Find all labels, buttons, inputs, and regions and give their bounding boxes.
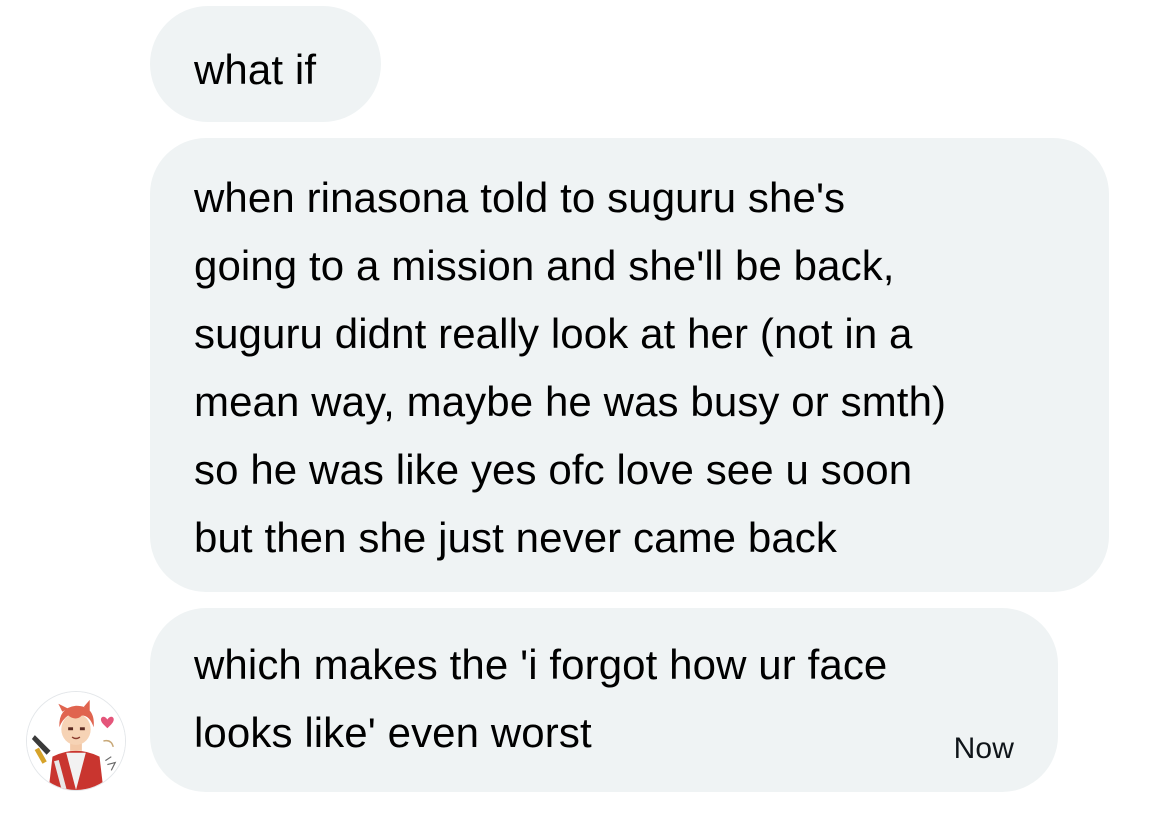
message-bubble[interactable]: what if — [150, 6, 381, 122]
message-text-line: when rinasona told to suguru she's — [194, 174, 846, 221]
message-timestamp: Now — [953, 732, 1014, 765]
message-bubble[interactable]: which makes the 'i forgot how ur face lo… — [150, 608, 1058, 792]
anime-character-avatar-icon — [27, 692, 125, 790]
message-text-line: so he was like yes ofc love see u soon — [194, 446, 913, 493]
sender-avatar[interactable] — [26, 691, 126, 791]
message-text-line: which makes the 'i forgot how ur face — [194, 641, 888, 688]
message-text-line: what if — [194, 46, 317, 93]
message-text-line: looks like' even worst — [194, 709, 592, 756]
message-text-line: suguru didnt really look at her (not in … — [194, 310, 913, 357]
message-text-line: going to a mission and she'll be back, — [194, 242, 895, 289]
message-bubble[interactable]: when rinasona told to suguru she's going… — [150, 138, 1109, 592]
message-text-line: but then she just never came back — [194, 514, 837, 561]
message-text-line: mean way, maybe he was busy or smth) — [194, 378, 947, 425]
